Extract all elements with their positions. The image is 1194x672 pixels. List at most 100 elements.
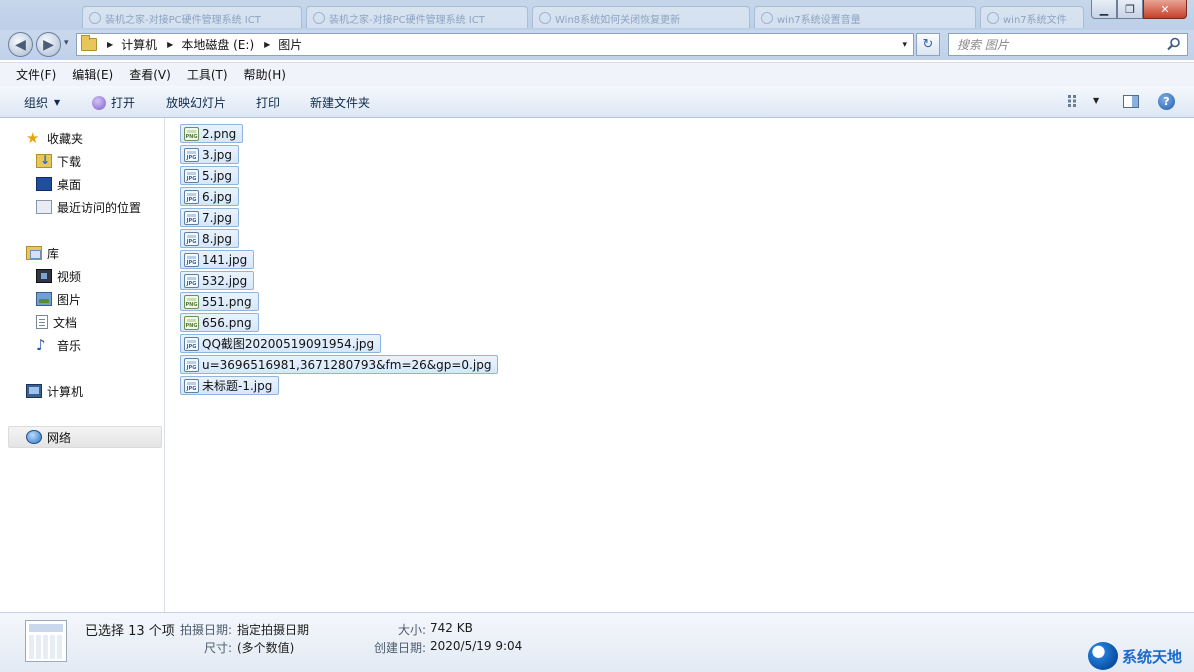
details-pane: 已选择 13 个项 拍摄日期: 指定拍摄日期 尺寸: (多个数值) 大小: 74… <box>0 612 1194 672</box>
sidebar-item-documents[interactable]: 文档 <box>36 312 77 332</box>
list-item[interactable]: PNG 551.png <box>180 292 259 311</box>
minimize-button[interactable]: ▁ <box>1091 0 1117 19</box>
change-view-icon[interactable] <box>1068 95 1082 107</box>
library-icon <box>26 246 42 260</box>
list-item[interactable]: PNG 2.png <box>180 124 244 143</box>
sidebar-item-label: 图片 <box>57 292 82 307</box>
created-date-value: 2020/5/19 9:04 <box>430 639 523 653</box>
list-item[interactable]: JPG QQ截图20200519091954.jpg <box>180 334 382 353</box>
background-tab[interactable]: 装机之家-对接PC硬件管理系统 ICT <box>306 6 528 28</box>
list-item[interactable]: JPG 5.jpg <box>180 166 240 185</box>
sidebar-item-label: 网络 <box>47 430 72 445</box>
back-button[interactable]: ◀ <box>8 32 33 57</box>
organize-button[interactable]: 组织 ▼ <box>24 94 60 111</box>
refresh-button[interactable]: ↻ <box>916 33 940 56</box>
menu-view[interactable]: 查看(V) <box>121 66 179 83</box>
sidebar-item-pictures[interactable]: 图片 <box>36 289 81 309</box>
jpg-file-icon: JPG <box>184 336 199 351</box>
recent-pages-dropdown[interactable]: ▾ <box>64 38 69 48</box>
created-date-label: 创建日期: <box>374 641 427 655</box>
search-input[interactable] <box>949 34 1154 55</box>
preview-pane-icon[interactable] <box>1123 95 1139 108</box>
list-item[interactable]: JPG 8.jpg <box>180 229 240 248</box>
file-name: 8.jpg <box>202 231 233 246</box>
menu-edit[interactable]: 编辑(E) <box>64 66 121 83</box>
png-file-icon: PNG <box>184 126 199 141</box>
breadcrumb-pictures[interactable]: 图片 <box>278 36 302 53</box>
sidebar-item-libraries[interactable]: 库 <box>26 243 59 263</box>
sidebar-item-favorites[interactable]: ★ 收藏夹 <box>26 128 83 148</box>
new-folder-button[interactable]: 新建文件夹 <box>310 94 370 111</box>
more-views-dropdown[interactable]: ▼ <box>1093 96 1099 105</box>
background-tab[interactable]: win7系统文件 <box>980 6 1084 28</box>
background-tab[interactable]: Win8系统如何关闭恢复更新 <box>532 6 750 28</box>
file-name: 551.png <box>202 294 252 309</box>
sidebar-item-music[interactable]: ♪ 音乐 <box>36 335 81 355</box>
menu-file[interactable]: 文件(F) <box>8 66 64 83</box>
jpg-file-icon: JPG <box>184 231 199 246</box>
date-taken-value[interactable]: 指定拍摄日期 <box>237 621 309 638</box>
date-taken-label: 拍摄日期: <box>180 623 233 637</box>
list-item[interactable]: JPG 7.jpg <box>180 208 240 227</box>
list-item[interactable]: JPG 未标题-1.jpg <box>180 376 280 395</box>
sidebar-item-recent-places[interactable]: 最近访问的位置 <box>36 197 141 217</box>
list-item[interactable]: JPG u=3696516981,3671280793&fm=26&gp=0.jp… <box>180 355 499 374</box>
music-note-icon: ♪ <box>36 336 46 354</box>
file-list[interactable]: PNG 2.png JPG 3.jpg JPG 5.jpg JPG 6.jpg JPG 7… <box>166 118 1194 612</box>
selection-thumbnail <box>25 620 67 662</box>
list-item[interactable]: JPG 532.jpg <box>180 271 255 290</box>
forward-button[interactable]: ▶ <box>36 32 61 57</box>
slideshow-button[interactable]: 放映幻灯片 <box>166 94 226 111</box>
print-button[interactable]: 打印 <box>256 94 280 111</box>
computer-icon <box>26 384 42 398</box>
breadcrumb-computer[interactable]: 计算机 <box>121 36 157 53</box>
open-button[interactable]: 打开 <box>92 94 135 111</box>
sidebar-item-label: 文档 <box>53 315 78 330</box>
video-library-icon <box>36 269 52 283</box>
file-name: 7.jpg <box>202 210 233 225</box>
address-bar[interactable]: ▶ 计算机 ▶ 本地磁盘 (E:) ▶ 图片 ▾ <box>76 33 914 56</box>
menu-help[interactable]: 帮助(H) <box>236 66 294 83</box>
breadcrumb-separator-icon[interactable]: ▶ <box>107 40 113 49</box>
command-bar: 组织 ▼ 打开 放映幻灯片 打印 新建文件夹 ▼ ? <box>0 86 1194 118</box>
menu-tools[interactable]: 工具(T) <box>179 66 236 83</box>
png-file-icon: PNG <box>184 294 199 309</box>
back-arrow-icon: ◀ <box>15 36 26 53</box>
background-tab[interactable]: 装机之家-对接PC硬件管理系统 ICT <box>82 6 302 28</box>
size-label: 大小: <box>398 623 427 637</box>
close-button[interactable]: ✕ <box>1143 0 1187 19</box>
watermark-text: 系统天地 <box>1122 647 1183 666</box>
list-item[interactable]: JPG 6.jpg <box>180 187 240 206</box>
list-item[interactable]: PNG 656.png <box>180 313 259 332</box>
folder-icon <box>81 35 97 51</box>
jpg-file-icon: JPG <box>184 147 199 162</box>
list-item[interactable]: JPG 3.jpg <box>180 145 240 164</box>
file-name: 未标题-1.jpg <box>202 379 273 393</box>
downloads-folder-icon <box>36 153 52 168</box>
sidebar-item-desktop[interactable]: 桌面 <box>36 174 81 194</box>
refresh-icon: ↻ <box>922 37 934 52</box>
search-icon[interactable] <box>1167 37 1181 51</box>
jpg-file-icon: JPG <box>184 252 199 267</box>
address-history-dropdown[interactable]: ▾ <box>902 40 907 50</box>
forward-arrow-icon: ▶ <box>43 36 54 53</box>
breadcrumb-drive-e[interactable]: 本地磁盘 (E:) <box>181 36 254 53</box>
search-box[interactable] <box>948 33 1188 56</box>
breadcrumb-separator-icon[interactable]: ▶ <box>167 40 173 49</box>
sidebar-item-label: 计算机 <box>47 384 84 399</box>
sidebar-item-videos[interactable]: 视频 <box>36 266 81 286</box>
navigation-pane: ★ 收藏夹 下载 桌面 最近访问的位置 库 视频 图片 文档 ♪ 音乐 计算机 网络 <box>0 118 165 612</box>
maximize-button[interactable]: ❐ <box>1117 0 1143 19</box>
help-icon[interactable]: ? <box>1158 93 1175 110</box>
network-globe-icon <box>26 430 42 444</box>
sidebar-item-label: 库 <box>47 246 60 261</box>
breadcrumb-separator-icon[interactable]: ▶ <box>264 40 270 49</box>
sidebar-item-downloads[interactable]: 下载 <box>36 151 81 171</box>
sidebar-item-label: 视频 <box>57 269 82 284</box>
list-item[interactable]: JPG 141.jpg <box>180 250 255 269</box>
background-tab[interactable]: win7系统设置音量 <box>754 6 976 28</box>
sidebar-item-computer[interactable]: 计算机 <box>26 381 83 401</box>
file-name: 141.jpg <box>202 252 248 267</box>
file-name: 5.jpg <box>202 168 233 183</box>
sidebar-item-network[interactable]: 网络 <box>26 427 71 447</box>
